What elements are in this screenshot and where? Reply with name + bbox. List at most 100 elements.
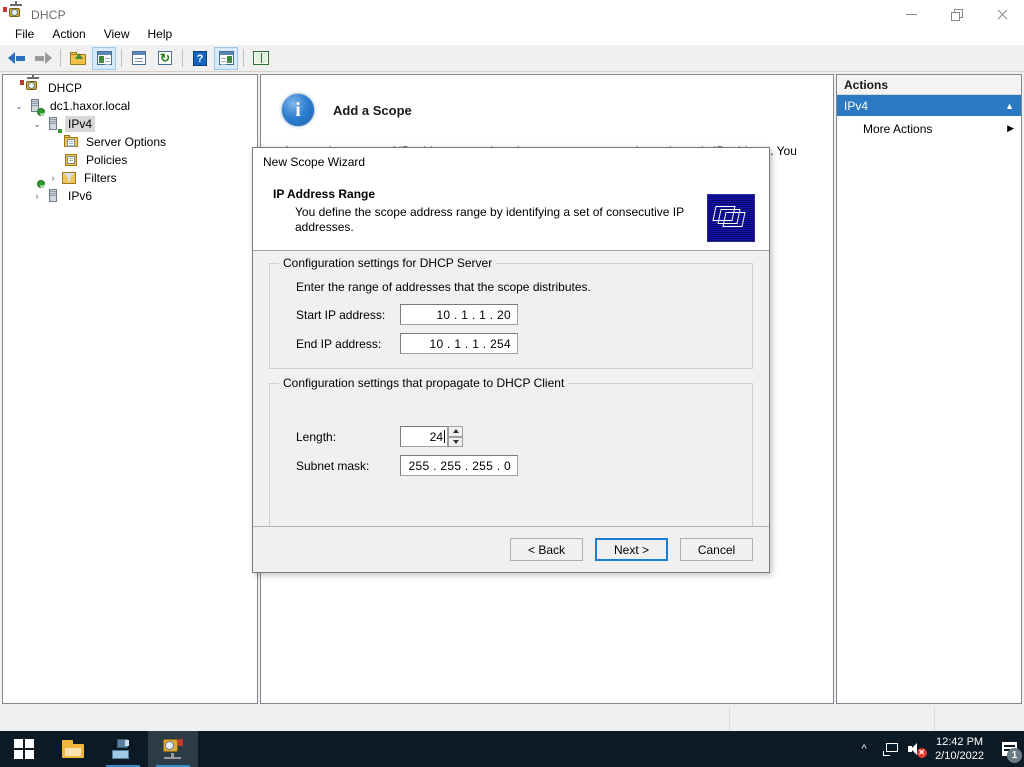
actions-group-ipv4[interactable]: IPv4 ▲ xyxy=(837,95,1021,116)
clock[interactable]: 12:42 PM 2/10/2022 xyxy=(929,735,994,763)
tree-item-label: Policies xyxy=(86,153,128,167)
chevron-right-icon: ▶ xyxy=(1007,123,1014,133)
show-console-tree-button[interactable] xyxy=(92,46,116,70)
show-help-topics-button[interactable] xyxy=(249,47,273,70)
end-ip-input[interactable]: 10 . 1 . 1 . 254 xyxy=(400,333,518,354)
dhcp-server-settings-group: Configuration settings for DHCP Server E… xyxy=(269,256,753,369)
tree-twisty-expanded-icon[interactable]: ⌄ xyxy=(11,98,27,114)
back-icon xyxy=(8,51,26,65)
forward-icon xyxy=(34,51,52,65)
tree-item-label: Server Options xyxy=(86,135,167,149)
length-stepper[interactable]: 24 xyxy=(400,426,463,447)
group-legend: Configuration settings for DHCP Server xyxy=(279,256,497,270)
export-list-icon xyxy=(218,51,234,65)
tray-overflow-button[interactable]: ^ xyxy=(851,731,877,767)
dialog-header: IP Address Range You define the scope ad… xyxy=(253,186,769,251)
start-ip-row: Start IP address: 10 . 1 . 1 . 20 xyxy=(296,304,740,325)
status-cell xyxy=(934,706,1024,731)
refresh-button[interactable]: ↻ xyxy=(153,47,177,70)
policies-icon xyxy=(63,152,79,168)
start-icon xyxy=(14,739,34,759)
subnet-mask-row: Subnet mask: 255 . 255 . 255 . 0 xyxy=(296,455,740,476)
notifications-button[interactable]: 1 xyxy=(994,731,1024,767)
tree-item-label: Filters xyxy=(84,171,117,185)
volume-muted-icon: ✕ xyxy=(907,742,927,758)
menu-file[interactable]: File xyxy=(6,25,43,44)
chevron-up-icon: ^ xyxy=(861,743,867,755)
back-button[interactable] xyxy=(5,47,29,70)
end-ip-row: End IP address: 10 . 1 . 1 . 254 xyxy=(296,333,740,354)
up-one-level-button[interactable] xyxy=(66,47,90,70)
toolbar-separator xyxy=(60,49,61,67)
toolbar-separator xyxy=(182,49,183,67)
tree-twisty-expanded-icon[interactable]: ⌄ xyxy=(29,116,45,132)
tree-item-label: IPv6 xyxy=(68,189,93,203)
tree-item-ipv6[interactable]: › IPv6 xyxy=(3,180,257,205)
tree-twisty-collapsed-icon[interactable]: › xyxy=(29,188,45,204)
dialog-title: New Scope Wizard xyxy=(263,155,366,169)
menu-action[interactable]: Action xyxy=(43,25,94,44)
taskbar-server-manager[interactable] xyxy=(98,731,148,767)
window-title: DHCP xyxy=(31,7,66,22)
subnet-mask-input[interactable]: 255 . 255 . 255 . 0 xyxy=(400,455,518,476)
file-explorer-icon xyxy=(62,740,84,758)
start-ip-label: Start IP address: xyxy=(296,307,386,322)
console-tree: DHCP ⌄ dc1.haxor.local ⌄ IPv4 Server Opt… xyxy=(3,75,257,205)
volume-button[interactable]: ✕ xyxy=(903,731,929,767)
page-title: Add a Scope xyxy=(333,102,412,118)
action-more-actions[interactable]: More Actions ▶ xyxy=(837,116,1021,141)
dhcp-console-window: DHCP File Action View Help ↻ ? DHCP ⌄ dc… xyxy=(0,0,1024,767)
spinner-up-button[interactable] xyxy=(448,426,463,437)
tree-item-policies[interactable]: Policies xyxy=(3,151,257,169)
status-cell xyxy=(729,706,934,731)
close-icon xyxy=(996,9,1008,21)
tree-item-label: DHCP xyxy=(48,81,83,95)
toolbar-separator xyxy=(243,49,244,67)
network-button[interactable] xyxy=(877,731,903,767)
properties-button[interactable] xyxy=(127,47,151,70)
help-button[interactable]: ? xyxy=(188,47,212,70)
toolbar: ↻ ? xyxy=(0,45,1024,72)
dhcp-icon xyxy=(3,0,24,23)
start-button[interactable] xyxy=(0,731,48,767)
menubar: File Action View Help xyxy=(0,24,1024,45)
length-input[interactable]: 24 xyxy=(400,426,448,447)
up-one-level-icon xyxy=(70,51,86,65)
start-ip-input[interactable]: 10 . 1 . 1 . 20 xyxy=(400,304,518,325)
back-button[interactable]: < Back xyxy=(510,538,583,561)
cancel-button[interactable]: Cancel xyxy=(680,538,753,561)
forward-button[interactable] xyxy=(31,47,55,70)
dialog-heading: IP Address Range xyxy=(273,187,376,201)
export-list-button[interactable] xyxy=(214,46,238,70)
subnet-mask-label: Subnet mask: xyxy=(296,458,370,473)
tree-item-label: dc1.haxor.local xyxy=(50,99,131,113)
tree-item-label: IPv4 xyxy=(65,116,96,132)
tree-item-dhcp[interactable]: DHCP xyxy=(3,75,257,97)
tree-item-ipv4[interactable]: ⌄ IPv4 xyxy=(3,108,257,133)
dialog-titlebar: New Scope Wizard xyxy=(253,148,769,186)
taskbar-file-explorer[interactable] xyxy=(48,731,98,767)
actions-pane-header: Actions xyxy=(837,75,1021,95)
action-label: More Actions xyxy=(863,121,933,136)
dialog-subheading: You define the scope address range by id… xyxy=(295,205,684,234)
spinner-down-button[interactable] xyxy=(448,436,463,447)
server-manager-icon xyxy=(112,739,134,759)
dialog-footer: < Back Next > Cancel xyxy=(253,526,769,572)
taskbar: ^ ✕ 12:42 PM 2/10/2022 1 xyxy=(0,731,1024,767)
filters-icon xyxy=(61,170,77,186)
group-intro-text: Enter the range of addresses that the sc… xyxy=(296,280,591,294)
properties-icon xyxy=(132,51,146,65)
menu-help[interactable]: Help xyxy=(139,25,182,44)
dialog-body: Configuration settings for DHCP Server E… xyxy=(253,251,769,533)
next-button[interactable]: Next > xyxy=(595,538,668,561)
tree-item-server-options[interactable]: Server Options xyxy=(3,129,257,151)
clock-time: 12:42 PM xyxy=(935,736,984,748)
taskbar-dhcp[interactable] xyxy=(148,731,198,767)
tree-twisty-collapsed-icon[interactable]: › xyxy=(45,170,61,186)
menu-view[interactable]: View xyxy=(95,25,139,44)
restore-icon xyxy=(950,8,963,21)
toolbar-separator xyxy=(121,49,122,67)
network-icon xyxy=(882,742,898,756)
chevron-up-icon xyxy=(452,429,459,434)
show-help-topics-icon xyxy=(253,51,269,65)
